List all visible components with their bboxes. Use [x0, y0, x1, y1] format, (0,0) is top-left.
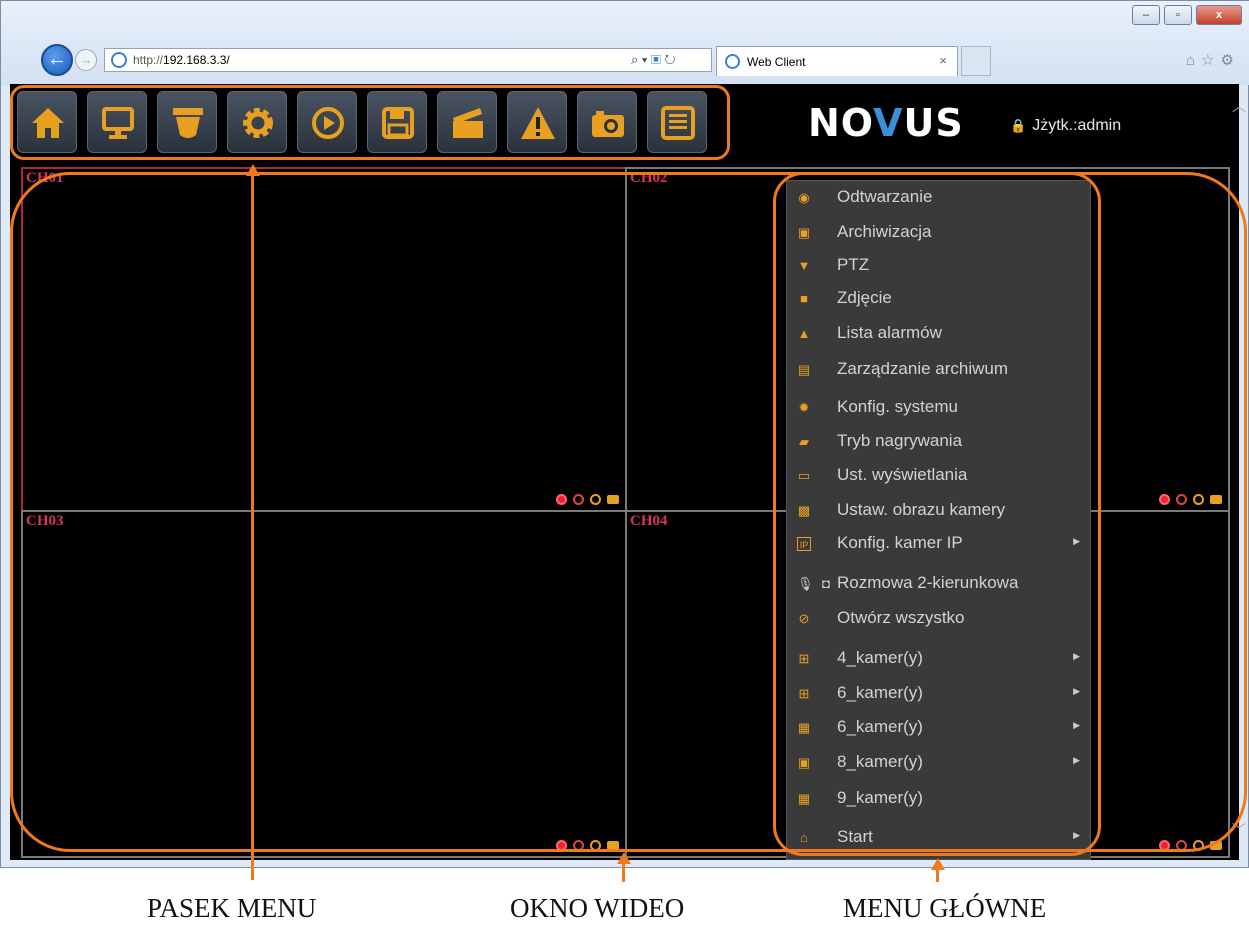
- new-tab-button[interactable]: [961, 46, 991, 76]
- user-text: Jżytk.:admin: [1032, 117, 1122, 134]
- address-bar[interactable]: http://192.168.3.3/: [104, 48, 712, 72]
- compat-icon[interactable]: ▣: [651, 52, 661, 67]
- tab-ie-icon: [725, 54, 740, 69]
- menu-bar-arrowhead: [246, 164, 260, 176]
- maximize-button[interactable]: ▫: [1164, 5, 1192, 25]
- browser-toolbar: – ▫ x ← → http://192.168.3.3/ ⌕ ▾ ▣ ↻ We…: [1, 1, 1249, 85]
- novus-logo: NOVUS: [808, 101, 964, 145]
- caption-video-window: OKNO WIDEO: [510, 893, 685, 923]
- main-menu-pointer-line: [936, 868, 939, 882]
- main-menu-highlight: [773, 172, 1101, 856]
- video-window-pointer-line: [622, 862, 625, 882]
- tab-close-icon[interactable]: ×: [939, 53, 947, 68]
- address-tools[interactable]: ⌕ ▾ ▣ ↻: [631, 52, 675, 68]
- video-window-arrowhead: [617, 852, 631, 864]
- browser-tools: ⌂☆⚙: [1186, 51, 1240, 69]
- refresh-icon[interactable]: ↻: [665, 52, 676, 67]
- favorites-star-icon[interactable]: ☆: [1201, 52, 1220, 69]
- forward-button[interactable]: →: [75, 49, 97, 71]
- caption-main-menu: MENU GŁÓWNE: [843, 893, 1047, 923]
- main-menu-arrowhead: [931, 858, 945, 870]
- menu-bar-pointer-line: [251, 176, 254, 880]
- caption-menu-bar: PASEK MENU: [147, 893, 317, 923]
- browser-tab[interactable]: Web Client ×: [716, 46, 958, 76]
- scroll-up-arrow[interactable]: ︿: [1232, 96, 1248, 116]
- close-window-button[interactable]: x: [1196, 5, 1242, 25]
- user-lock-icon: 🔒: [1010, 118, 1027, 133]
- back-button[interactable]: ←: [41, 44, 73, 76]
- minimize-button[interactable]: –: [1132, 5, 1160, 25]
- home-icon[interactable]: ⌂: [1186, 52, 1201, 69]
- user-info: 🔒 Jżytk.:admin: [1010, 117, 1230, 135]
- search-icon[interactable]: ⌕ ▾: [631, 52, 647, 67]
- tools-gear-icon[interactable]: ⚙: [1221, 52, 1240, 69]
- tab-title: Web Client: [747, 55, 806, 69]
- address-url: http://192.168.3.3/: [133, 53, 230, 67]
- menu-bar-highlight: [10, 85, 730, 160]
- ie-page-icon: [111, 52, 127, 68]
